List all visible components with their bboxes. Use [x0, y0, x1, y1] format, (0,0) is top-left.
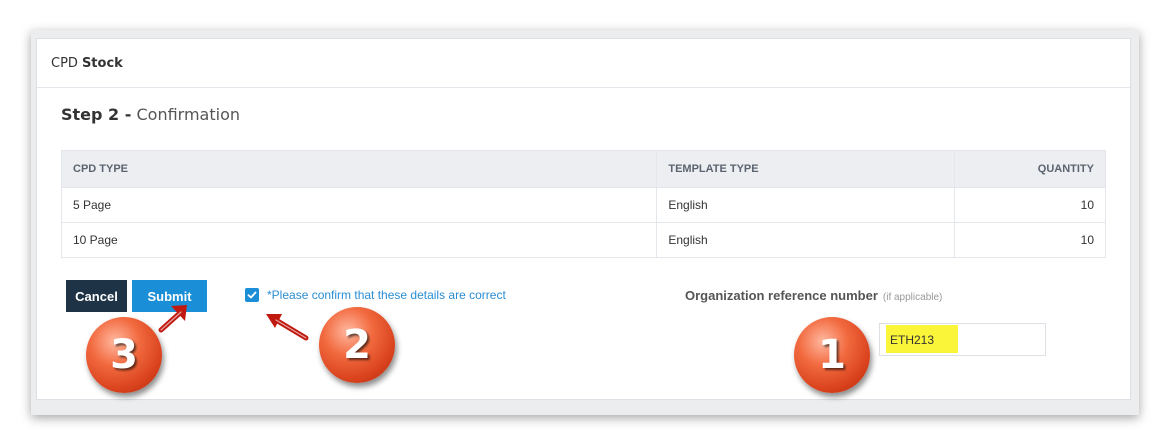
- app-frame: CPD Stock Step 2 - Confirmation CPD TYPE…: [31, 30, 1139, 415]
- confirm-checkbox-row[interactable]: *Please confirm that these details are c…: [245, 288, 506, 302]
- annotation-badge-2: 2: [319, 307, 395, 383]
- step-name: Confirmation: [136, 105, 240, 124]
- cell-template-type: English: [656, 222, 956, 258]
- annotation-badge-3: 3: [86, 317, 162, 393]
- confirm-checkbox[interactable]: [245, 288, 259, 302]
- cell-quantity: 10: [954, 222, 1106, 258]
- cell-cpd-type: 5 Page: [60, 187, 658, 223]
- cpd-stock-panel: CPD Stock Step 2 - Confirmation CPD TYPE…: [36, 38, 1131, 400]
- cell-cpd-type: 10 Page: [60, 222, 658, 258]
- cpd-table: CPD TYPE TEMPLATE TYPE QUANTITY 5 Page E…: [60, 150, 1106, 258]
- org-ref-hint: (if applicable): [882, 292, 943, 303]
- step-label: Step 2 -: [61, 105, 132, 124]
- org-ref-value[interactable]: ETH213: [890, 333, 934, 347]
- org-ref-label: Organization reference number (if applica…: [685, 288, 942, 303]
- header-title-prefix: CPD: [51, 55, 78, 71]
- header-title-bold: Stock: [81, 55, 123, 71]
- table-header-row: CPD TYPE TEMPLATE TYPE QUANTITY: [60, 150, 1106, 188]
- table-row: 10 Page English 10: [60, 222, 1106, 258]
- org-ref-input[interactable]: ETH213: [879, 323, 1046, 356]
- column-header-quantity: QUANTITY: [954, 150, 1106, 188]
- cell-template-type: English: [656, 187, 956, 223]
- column-header-cpd-type: CPD TYPE: [60, 150, 658, 188]
- panel-header: CPD Stock: [37, 39, 1130, 88]
- org-ref-label-text: Organization reference number: [685, 288, 878, 303]
- annotation-badge-1: 1: [794, 317, 870, 393]
- arrow-to-submit-icon: [158, 305, 187, 333]
- column-header-template-type: TEMPLATE TYPE: [656, 150, 956, 188]
- arrow-to-checkbox-icon: [266, 314, 309, 341]
- cancel-button[interactable]: Cancel: [66, 280, 127, 312]
- confirm-label[interactable]: *Please confirm that these details are c…: [267, 288, 506, 302]
- step-title: Step 2 - Confirmation: [61, 105, 240, 124]
- checkmark-icon: [247, 291, 257, 299]
- cell-quantity: 10: [954, 187, 1106, 223]
- table-row: 5 Page English 10: [60, 187, 1106, 223]
